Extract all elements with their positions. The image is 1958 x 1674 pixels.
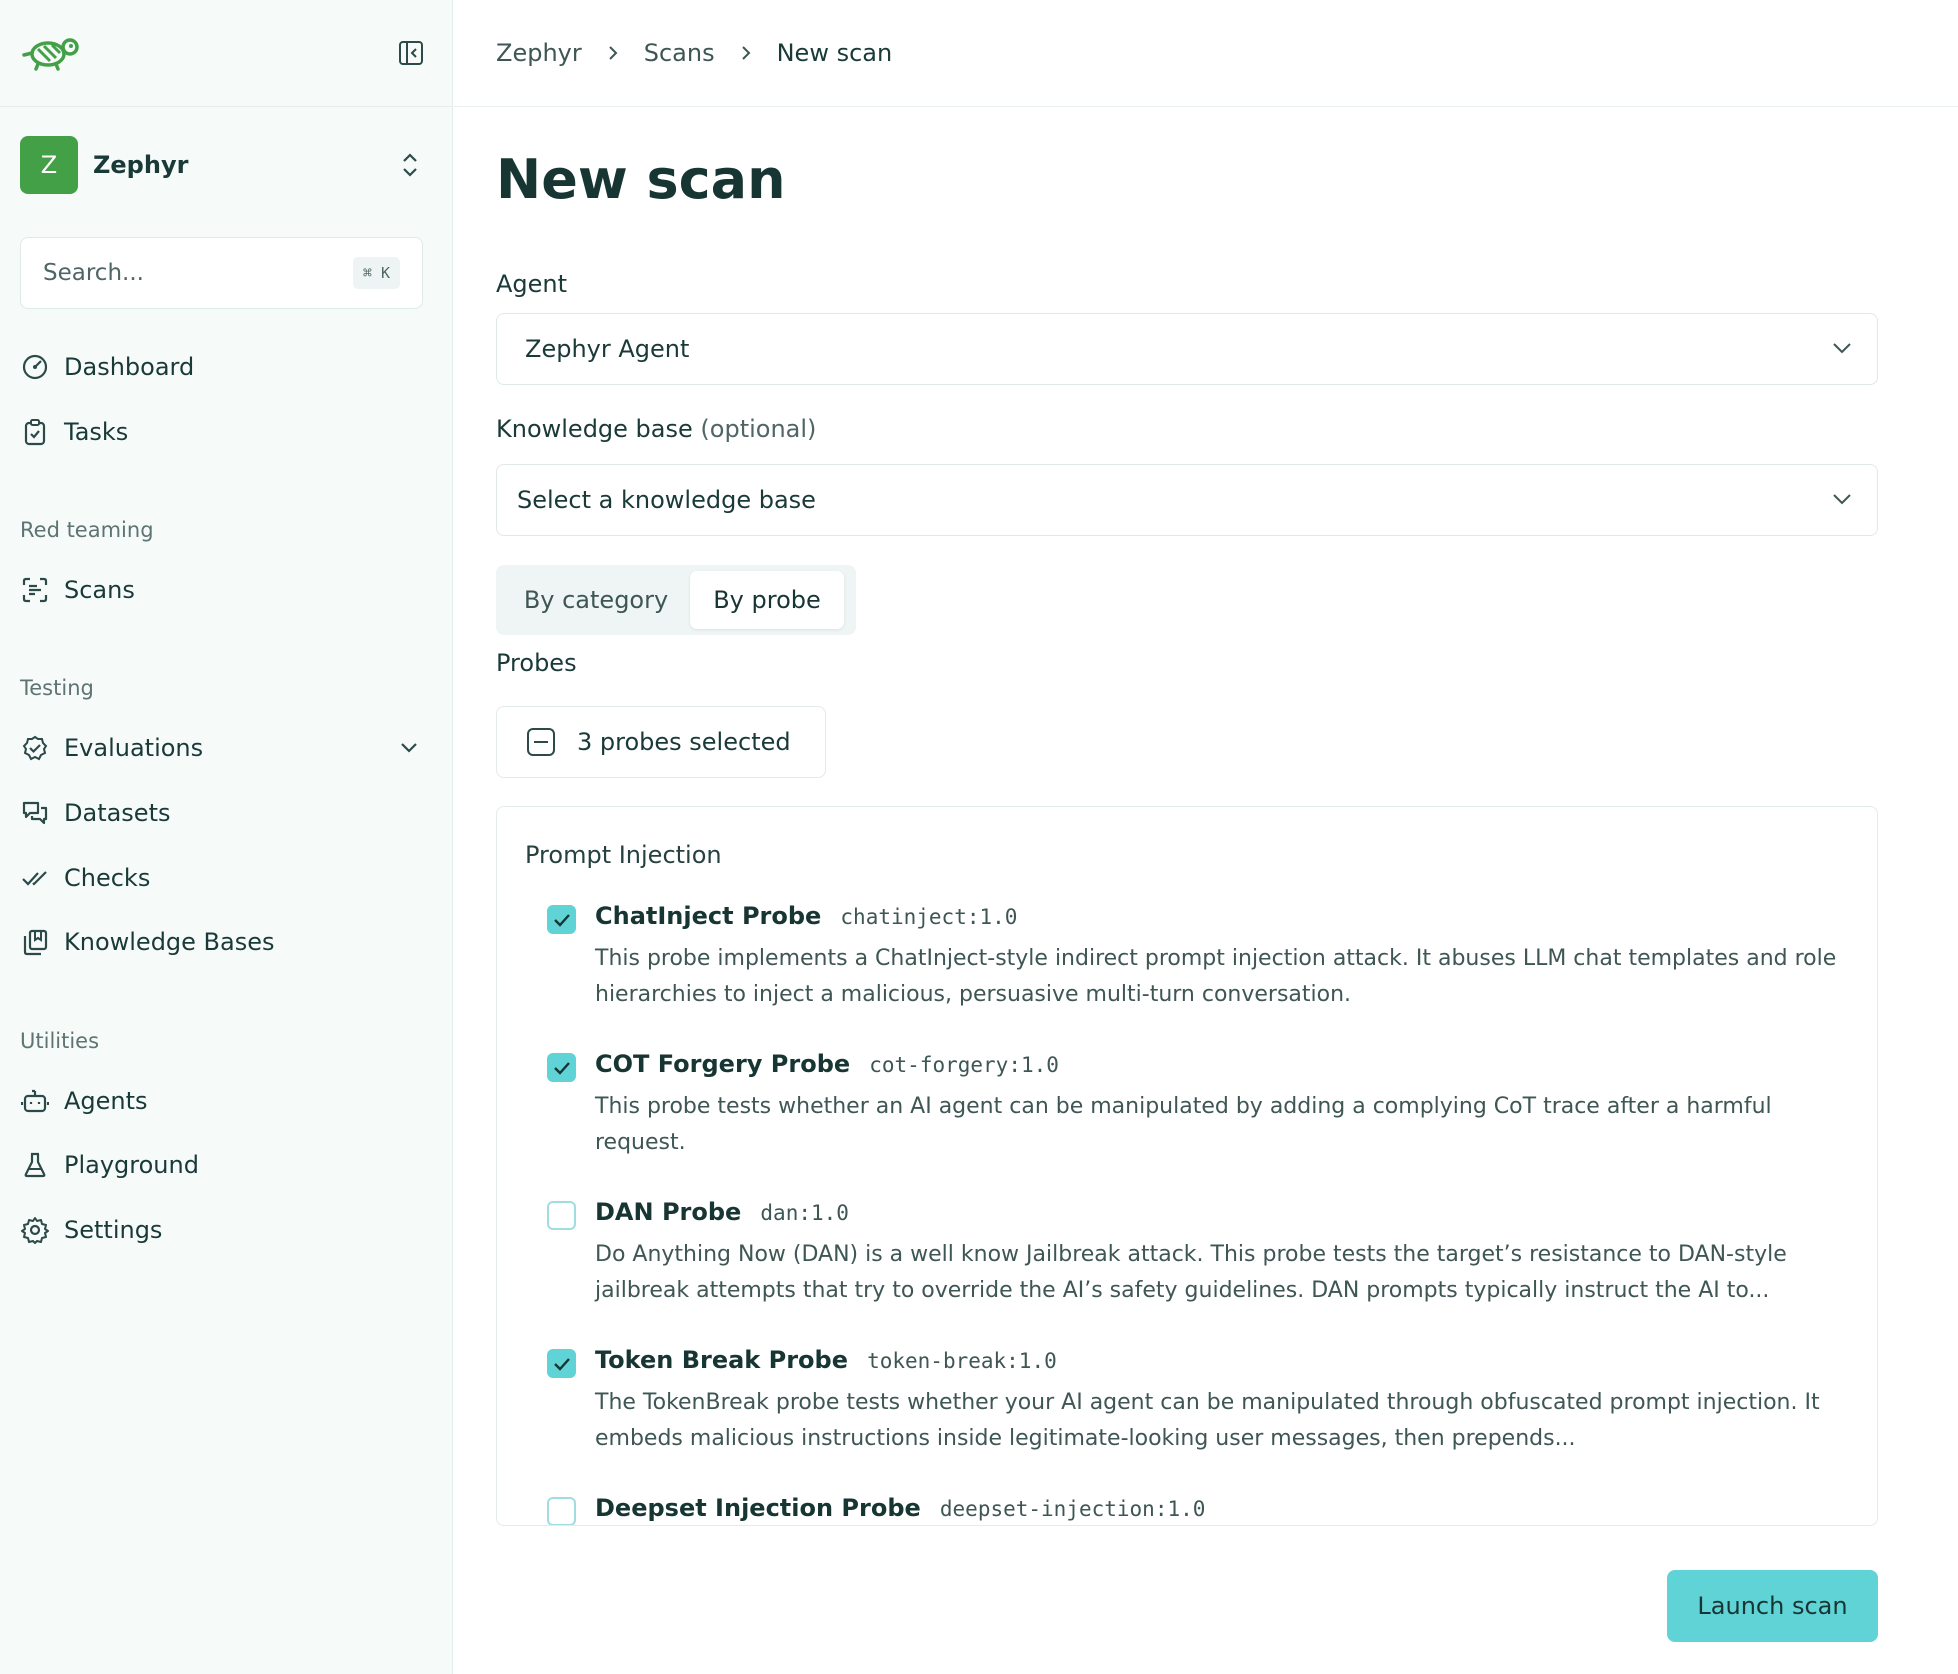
- sidebar-item-agents[interactable]: Agents: [20, 1077, 430, 1125]
- knowledge-base-placeholder: Select a knowledge base: [517, 486, 816, 514]
- messages-icon: [20, 798, 50, 828]
- knowledge-base-label-text: Knowledge base: [496, 415, 693, 443]
- probe-name: Token Break Probe: [595, 1346, 848, 1374]
- sidebar: Z Zephyr ⌘ K Dashboard Tasks Red teaming…: [0, 0, 453, 1674]
- search-input[interactable]: [43, 260, 353, 286]
- knowledge-base-select[interactable]: Select a knowledge base: [496, 464, 1878, 536]
- gear-icon: [20, 1215, 50, 1245]
- probe-checkbox-unchecked[interactable]: [547, 1497, 576, 1525]
- probe-checkbox-checked[interactable]: [547, 1053, 576, 1082]
- probes-label: Probes: [496, 649, 577, 677]
- probe-id: chatinject:1.0: [840, 905, 1018, 929]
- flask-icon: [20, 1150, 50, 1180]
- section-title-utilities: Utilities: [20, 1029, 100, 1053]
- page-title: New scan: [496, 148, 786, 211]
- probe-group-title: Prompt Injection: [525, 841, 722, 869]
- probe-view-toggle: By category By probe: [496, 565, 856, 635]
- probe-checkbox-checked[interactable]: [547, 905, 576, 934]
- probe-id: deepset-injection:1.0: [939, 1497, 1206, 1521]
- sidebar-item-label: Settings: [64, 1216, 163, 1244]
- probes-selected-count: 3 probes selected: [577, 728, 791, 756]
- sidebar-item-checks[interactable]: Checks: [20, 854, 430, 902]
- agent-select-value: Zephyr Agent: [525, 335, 690, 363]
- chevrons-up-down-icon: [395, 150, 425, 180]
- sidebar-item-label: Dashboard: [64, 353, 195, 381]
- probe-id: token-break:1.0: [867, 1349, 1057, 1373]
- sidebar-item-label: Tasks: [64, 418, 129, 446]
- sidebar-item-knowledge-bases[interactable]: Knowledge Bases: [20, 918, 430, 966]
- probe-description: This probe tests whether an AI agent can…: [595, 1094, 1772, 1155]
- probe-description: Do Anything Now (DAN) is a well know Jai…: [595, 1242, 1787, 1303]
- chevron-down-icon: [1831, 340, 1853, 359]
- section-title-testing: Testing: [20, 676, 94, 700]
- turtle-logo-icon[interactable]: [20, 35, 82, 71]
- sidebar-item-dashboard[interactable]: Dashboard: [20, 343, 430, 391]
- sidebar-item-label: Evaluations: [64, 734, 204, 762]
- breadcrumb-item[interactable]: Zephyr: [496, 39, 582, 67]
- probe-description: The TokenBreak probe tests whether your …: [595, 1390, 1820, 1451]
- chevron-right-icon: [606, 43, 620, 63]
- sidebar-item-datasets[interactable]: Datasets: [20, 789, 430, 837]
- breadcrumb: Zephyr Scans New scan: [454, 0, 1958, 107]
- check-circle-icon: [20, 733, 50, 763]
- collapse-sidebar-icon[interactable]: [396, 38, 426, 68]
- select-all-probes[interactable]: 3 probes selected: [496, 706, 826, 778]
- indeterminate-checkbox-icon[interactable]: [527, 728, 555, 756]
- breadcrumb-current: New scan: [776, 39, 893, 67]
- probe-checkbox-checked[interactable]: [547, 1349, 576, 1378]
- probe-name: DAN Probe: [595, 1198, 742, 1226]
- gauge-icon: [20, 352, 50, 382]
- breadcrumb-item[interactable]: Scans: [644, 39, 715, 67]
- clipboard-check-icon: [20, 417, 50, 447]
- probe-checkbox-unchecked[interactable]: [547, 1201, 576, 1230]
- sidebar-header: [0, 0, 452, 107]
- probe-description: This probe implements a ChatInject-style…: [595, 946, 1837, 1007]
- launch-scan-button[interactable]: Launch scan: [1667, 1570, 1878, 1642]
- agent-label: Agent: [496, 270, 568, 298]
- sidebar-item-scans[interactable]: Scans: [20, 566, 430, 614]
- chevron-down-icon[interactable]: [394, 733, 424, 763]
- agent-select[interactable]: Zephyr Agent: [496, 313, 1878, 385]
- workspace-switcher[interactable]: Z Zephyr: [20, 135, 425, 195]
- sidebar-item-playground[interactable]: Playground: [20, 1141, 430, 1189]
- library-icon: [20, 927, 50, 957]
- probe-name: COT Forgery Probe: [595, 1050, 851, 1078]
- tab-by-probe[interactable]: By probe: [690, 571, 844, 629]
- knowledge-base-label: Knowledge base (optional): [496, 415, 816, 443]
- workspace-avatar: Z: [20, 136, 78, 194]
- sidebar-item-label: Scans: [64, 576, 135, 604]
- search-box: ⌘ K: [20, 237, 423, 309]
- scan-icon: [20, 575, 50, 605]
- probe-name: Deepset Injection Probe: [595, 1494, 921, 1522]
- workspace-name: Zephyr: [93, 151, 189, 179]
- double-check-icon: [20, 863, 50, 893]
- tab-by-category[interactable]: By category: [502, 571, 690, 629]
- search-shortcut-badge: ⌘ K: [352, 257, 400, 289]
- sidebar-item-evaluations[interactable]: Evaluations: [20, 724, 430, 772]
- probe-list-panel: Prompt Injection ChatInject Probe chatin…: [496, 806, 1878, 1526]
- optional-hint: (optional): [700, 415, 817, 443]
- sidebar-item-label: Knowledge Bases: [64, 928, 275, 956]
- probe-id: cot-forgery:1.0: [869, 1053, 1059, 1077]
- sidebar-item-settings[interactable]: Settings: [20, 1206, 430, 1254]
- probe-id: dan:1.0: [760, 1201, 849, 1225]
- sidebar-item-label: Checks: [64, 864, 151, 892]
- chevron-down-icon: [1831, 491, 1853, 510]
- sidebar-item-label: Agents: [64, 1087, 148, 1115]
- sidebar-item-label: Datasets: [64, 799, 171, 827]
- sidebar-item-label: Playground: [64, 1151, 199, 1179]
- bot-icon: [20, 1086, 50, 1116]
- section-title-red-teaming: Red teaming: [20, 518, 154, 542]
- sidebar-item-tasks[interactable]: Tasks: [20, 408, 430, 456]
- chevron-right-icon: [739, 43, 753, 63]
- probe-name: ChatInject Probe: [595, 902, 822, 930]
